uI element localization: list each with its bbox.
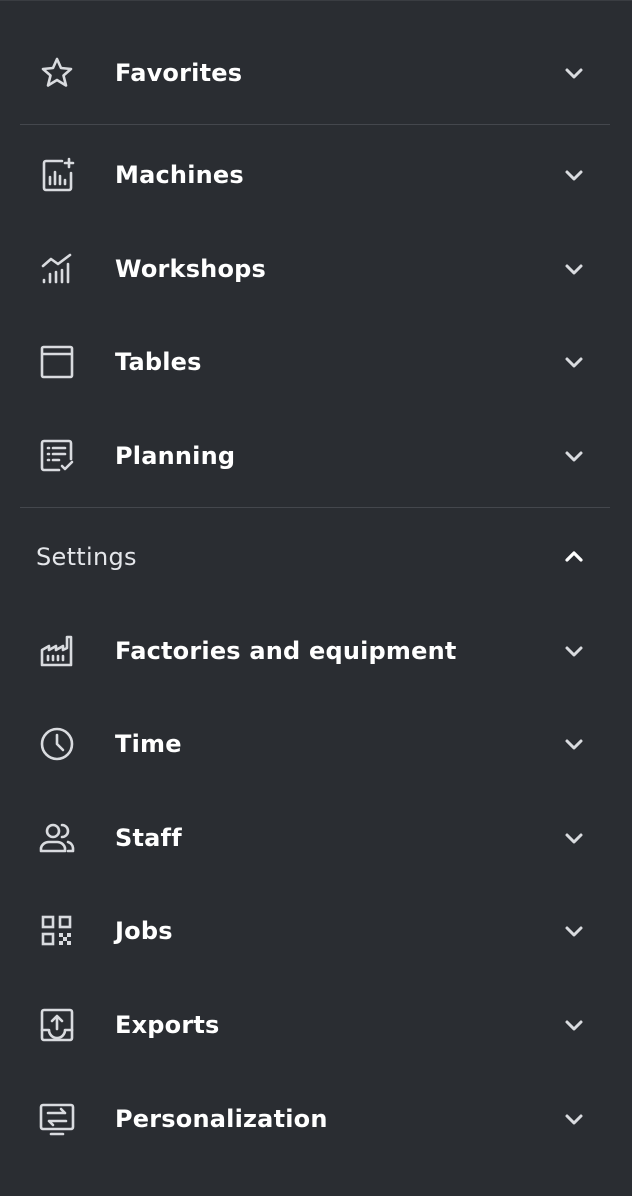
staff-icon [36, 817, 78, 859]
chevron-down-icon[interactable] [560, 637, 588, 665]
nav-item-staff[interactable]: Staff [0, 808, 632, 868]
divider [20, 124, 610, 125]
settings-section-header[interactable]: Settings [0, 527, 632, 587]
nav-item-factories-and-equipment[interactable]: Factories and equipment [0, 621, 632, 681]
chevron-down-icon[interactable] [560, 442, 588, 470]
workshop-chart-icon [36, 248, 78, 290]
nav-item-favorites[interactable]: Favorites [0, 43, 632, 103]
navigation-panel: Favorites Machines Workshops Tables Plan… [0, 0, 632, 1196]
nav-label-favorites: Favorites [115, 59, 243, 87]
clock-icon [36, 723, 78, 765]
nav-label-personalization: Personalization [115, 1105, 328, 1133]
divider [20, 507, 610, 508]
nav-item-jobs[interactable]: Jobs [0, 901, 632, 961]
nav-label-factories-and-equipment: Factories and equipment [115, 637, 457, 665]
chevron-down-icon[interactable] [560, 255, 588, 283]
nav-label-exports: Exports [115, 1011, 220, 1039]
chevron-down-icon[interactable] [560, 161, 588, 189]
planning-checklist-icon [36, 435, 78, 477]
nav-label-time: Time [115, 730, 182, 758]
nav-label-tables: Tables [115, 348, 202, 376]
nav-item-personalization[interactable]: Personalization [0, 1089, 632, 1149]
chevron-down-icon[interactable] [560, 730, 588, 758]
personalization-icon [36, 1098, 78, 1140]
nav-item-exports[interactable]: Exports [0, 995, 632, 1055]
machine-chart-icon [36, 154, 78, 196]
table-icon [36, 341, 78, 383]
nav-item-machines[interactable]: Machines [0, 145, 632, 205]
chevron-down-icon[interactable] [560, 348, 588, 376]
chevron-down-icon[interactable] [560, 1105, 588, 1133]
nav-item-tables[interactable]: Tables [0, 332, 632, 392]
factory-icon [36, 630, 78, 672]
nav-label-planning: Planning [115, 442, 236, 470]
nav-item-planning[interactable]: Planning [0, 426, 632, 486]
settings-section-label: Settings [36, 543, 137, 571]
chevron-down-icon[interactable] [560, 824, 588, 852]
nav-item-workshops[interactable]: Workshops [0, 239, 632, 299]
nav-label-workshops: Workshops [115, 255, 267, 283]
nav-label-staff: Staff [115, 824, 182, 852]
chevron-down-icon[interactable] [560, 917, 588, 945]
export-tray-icon [36, 1004, 78, 1046]
chevron-up-icon[interactable] [560, 543, 588, 571]
nav-label-jobs: Jobs [115, 917, 173, 945]
nav-item-time[interactable]: Time [0, 714, 632, 774]
chevron-down-icon[interactable] [560, 1011, 588, 1039]
nav-label-machines: Machines [115, 161, 244, 189]
star-icon [36, 52, 78, 94]
qr-grid-icon [36, 910, 78, 952]
chevron-down-icon[interactable] [560, 59, 588, 87]
